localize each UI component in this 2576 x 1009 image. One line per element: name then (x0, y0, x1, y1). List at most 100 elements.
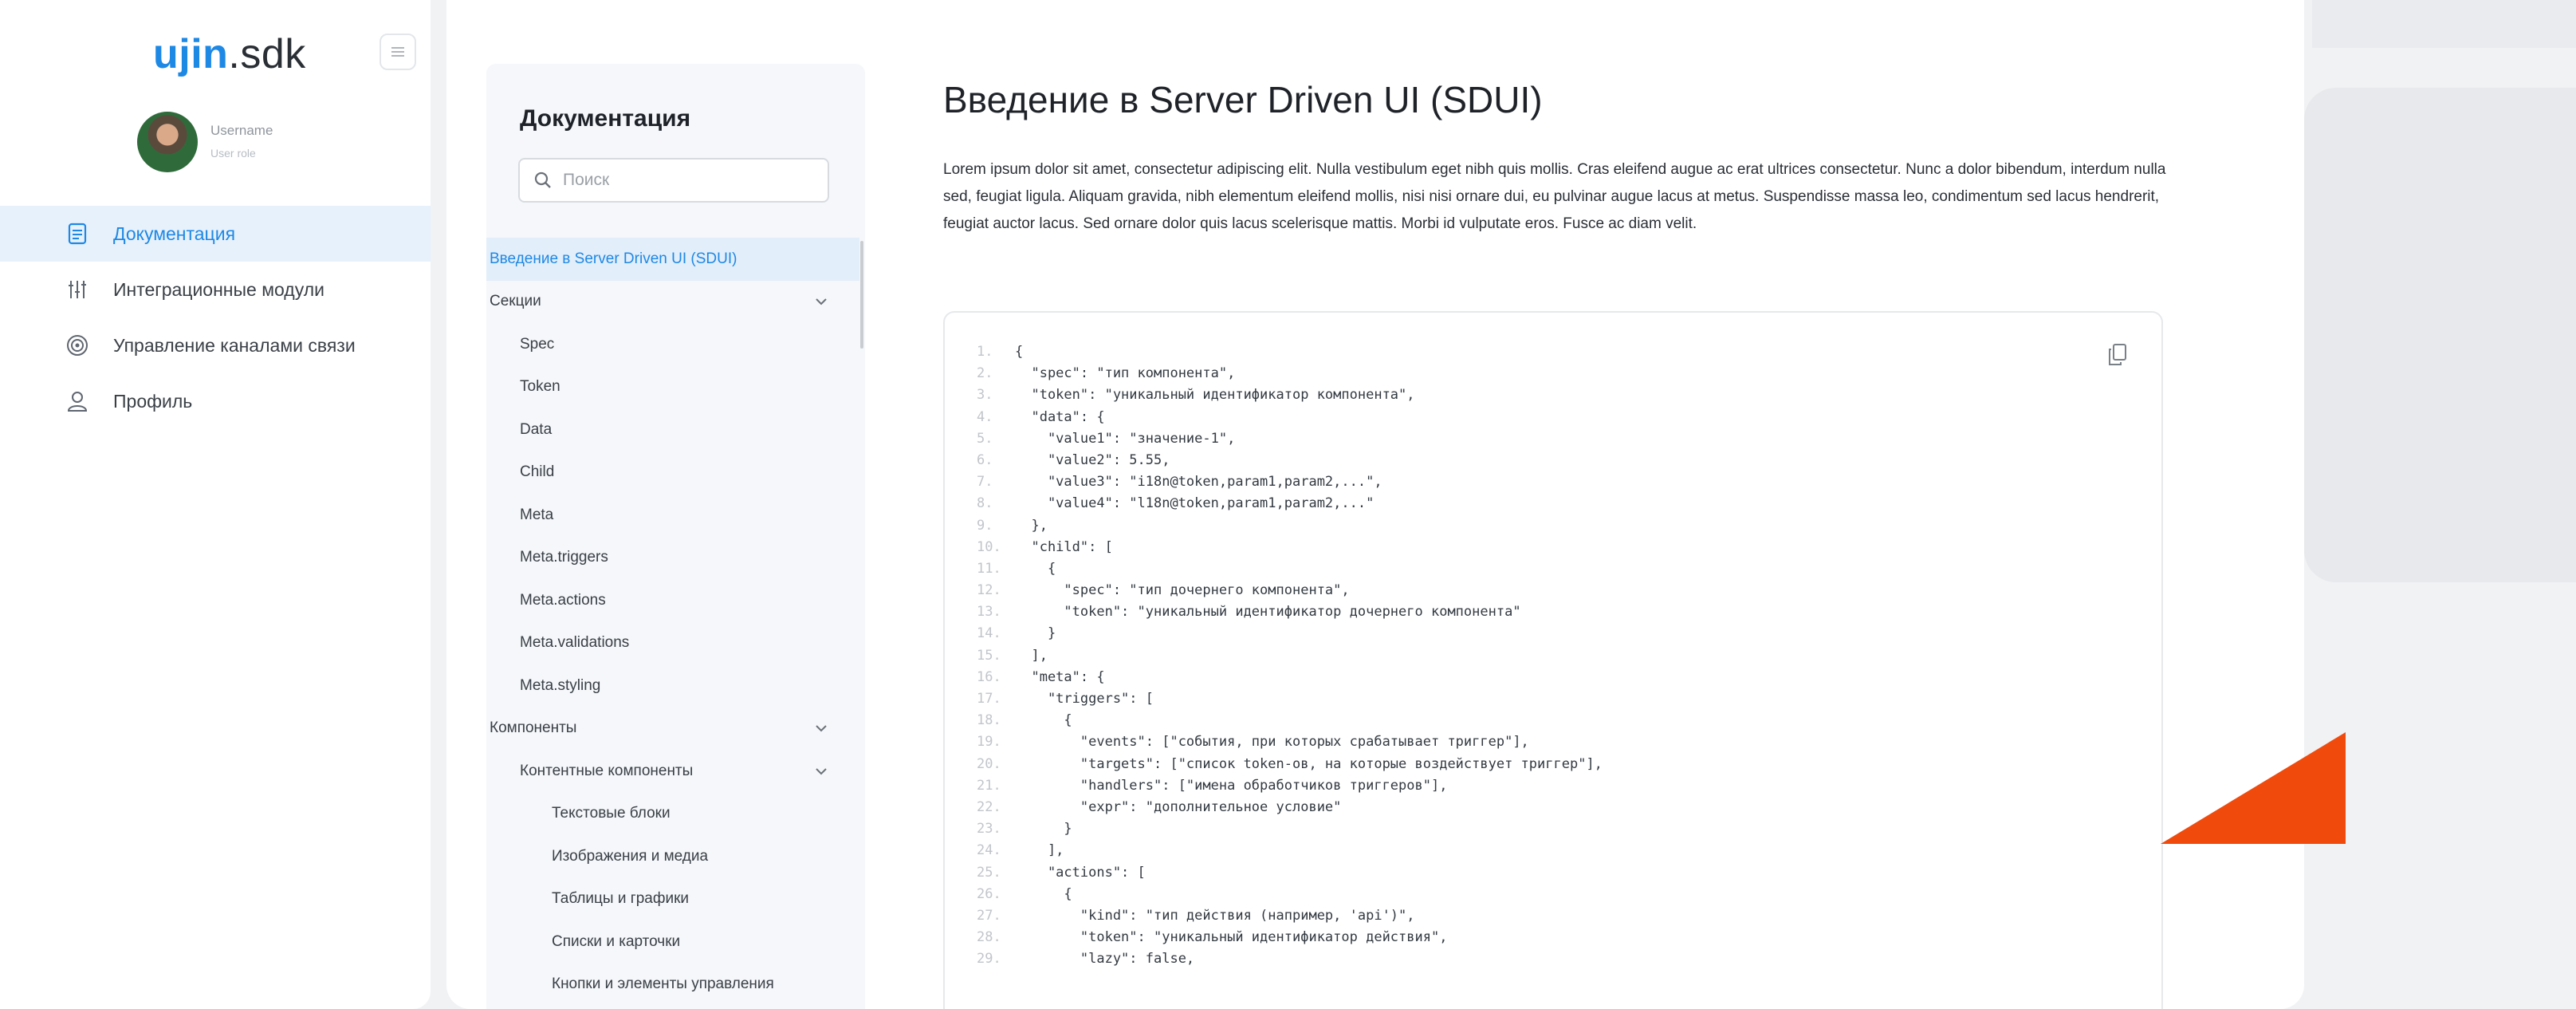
line-number: 15. (977, 647, 1001, 664)
code-text: "value4": "l18n@token,param1,param2,..." (1015, 495, 1375, 512)
logo-brand: ujin (153, 31, 229, 77)
code-text: { (1015, 344, 1024, 360)
line-number: 29. (977, 951, 1001, 968)
line-number: 12. (977, 582, 1001, 599)
code-line: 25. "actions": [ (977, 862, 1603, 884)
docs-title: Документация (520, 105, 691, 132)
code-text: "token": "уникальный идентификатор дейст… (1015, 929, 1448, 946)
chevron-down-icon[interactable] (813, 294, 829, 309)
nav-item-integration-modules[interactable]: Интеграционные модули (0, 262, 431, 317)
app-sidebar: ujin.sdk Username User role Документация… (0, 0, 431, 1009)
code-text: "spec": "тип компонента", (1015, 365, 1236, 382)
chevron-down-icon[interactable] (813, 763, 829, 779)
line-number: 1. (977, 344, 993, 360)
code-line: 12. "spec": "тип дочернего компонента", (977, 580, 1603, 601)
tree-item-data[interactable]: Data (486, 408, 859, 451)
intro-paragraph: Lorem ipsum dolor sit amet, consectetur … (943, 161, 2166, 232)
line-number: 7. (977, 474, 993, 491)
line-number: 3. (977, 387, 993, 404)
code-line: 16. "meta": { (977, 667, 1603, 688)
nav-item-documentation[interactable]: Документация (0, 206, 431, 262)
line-number: 13. (977, 604, 1001, 621)
tree-item-buttons-controls[interactable]: Кнопки и элементы управления (486, 964, 859, 1007)
code-text: }, (1015, 517, 1048, 534)
tree-item-label: Data (520, 420, 553, 438)
code-line: 13. "token": "уникальный идентификатор д… (977, 601, 1603, 623)
nav-item-label: Интеграционные модули (113, 278, 324, 300)
code-text: "child": [ (1015, 538, 1113, 555)
tree-item-sections[interactable]: Секции (486, 281, 859, 324)
code-text: "expr": "дополнительное условие" (1015, 798, 1342, 815)
tree-item-token[interactable]: Token (486, 366, 859, 409)
tree-item-meta-actions[interactable]: Meta.actions (486, 579, 859, 622)
line-number: 8. (977, 495, 993, 512)
tree-item-images-media[interactable]: Изображения и медиа (486, 835, 859, 878)
search-box[interactable] (518, 158, 829, 203)
tree-item-meta-styling[interactable]: Meta.styling (486, 664, 859, 707)
code-line: 24. ], (977, 840, 1603, 861)
line-number: 10. (977, 538, 1001, 555)
code-text: "actions": [ (1015, 864, 1146, 881)
user-role: User role (210, 147, 256, 160)
code-line: 7. "value3": "i18n@token,param1,param2,.… (977, 471, 1603, 493)
line-number: 20. (977, 755, 1001, 772)
tree-item-content-components[interactable]: Контентные компоненты (486, 750, 859, 793)
code-listing: 1.{2. "spec": "тип компонента", 3. "token… (977, 341, 1603, 970)
line-number: 28. (977, 929, 1001, 946)
code-text: "token": "уникальный идентификатор компо… (1015, 387, 1415, 404)
nav-item-channels[interactable]: Управление каналами связи (0, 317, 431, 373)
tree-item-label: Компоненты (490, 719, 577, 737)
line-number: 22. (977, 798, 1001, 815)
tree-item-tables-charts[interactable]: Таблицы и графики (486, 878, 859, 921)
tree-item-label: Meta.triggers (520, 549, 608, 566)
code-line: 5. "value1": "значение-1", (977, 428, 1603, 450)
tree-item-components[interactable]: Компоненты (486, 707, 859, 751)
copy-icon[interactable] (2107, 343, 2130, 367)
docs-scrollbar[interactable] (860, 241, 863, 349)
user-profile[interactable]: Username User role (137, 112, 376, 175)
search-input[interactable] (561, 170, 820, 191)
code-line: 20. "targets": ["список token-ов, на кот… (977, 754, 1603, 775)
sidebar-toggle-button[interactable] (380, 34, 416, 70)
tree-item-label: Token (520, 378, 560, 396)
code-text: "meta": { (1015, 668, 1105, 685)
code-line: 9. }, (977, 515, 1603, 537)
line-number: 4. (977, 408, 993, 425)
logo-suffix: .sdk (228, 31, 306, 77)
background-shape (2312, 0, 2576, 48)
code-line: 8. "value4": "l18n@token,param1,param2,.… (977, 493, 1603, 514)
line-number: 9. (977, 517, 993, 534)
chevron-down-icon[interactable] (813, 720, 829, 736)
code-line: 6. "value2": 5.55, (977, 450, 1603, 471)
code-line: 3. "token": "уникальный идентификатор ко… (977, 384, 1603, 406)
code-line: 21. "handlers": ["имена обработчиков три… (977, 775, 1603, 797)
code-text: "kind": "тип действия (например, 'api')"… (1015, 907, 1415, 924)
tree-item-spec[interactable]: Spec (486, 323, 859, 366)
tree-item-label: Таблицы и графики (552, 890, 689, 908)
code-text: "value1": "значение-1", (1015, 430, 1236, 447)
docs-tree: Введение в Server Driven UI (SDUI) Секци… (486, 238, 859, 1006)
line-number: 27. (977, 907, 1001, 924)
code-text: { (1015, 712, 1072, 729)
tree-item-text-blocks[interactable]: Текстовые блоки (486, 793, 859, 836)
nav-item-label: Управление каналами связи (113, 334, 356, 356)
tree-item-sdui-intro[interactable]: Введение в Server Driven UI (SDUI) (486, 238, 859, 281)
line-number: 19. (977, 734, 1001, 751)
tree-item-child[interactable]: Child (486, 451, 859, 495)
tree-item-meta-triggers[interactable]: Meta.triggers (486, 537, 859, 580)
code-line: 18. { (977, 710, 1603, 731)
code-text: ], (1015, 842, 1064, 859)
code-text: "token": "уникальный идентификатор дочер… (1015, 604, 1521, 621)
code-line: 22. "expr": "дополнительное условие" (977, 797, 1603, 818)
code-text: "handlers": ["имена обработчиков триггер… (1015, 777, 1448, 794)
tree-item-meta[interactable]: Meta (486, 494, 859, 537)
nav-item-profile[interactable]: Профиль (0, 373, 431, 429)
line-number: 6. (977, 451, 993, 468)
code-text: "lazy": false, (1015, 951, 1195, 968)
tree-item-label: Кнопки и элементы управления (552, 975, 774, 993)
tree-item-meta-validations[interactable]: Meta.validations (486, 622, 859, 665)
code-line: 2. "spec": "тип компонента", (977, 363, 1603, 384)
tree-item-label: Списки и карточки (552, 932, 681, 950)
app-logo[interactable]: ujin.sdk (153, 30, 306, 78)
tree-item-lists-cards[interactable]: Списки и карточки (486, 920, 859, 964)
